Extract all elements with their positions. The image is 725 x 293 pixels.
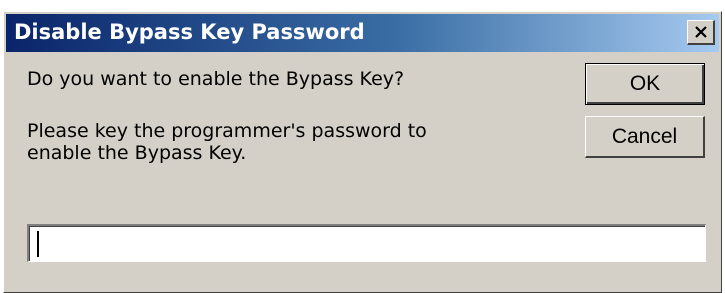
password-field[interactable] (27, 224, 706, 262)
ok-button[interactable]: OK (585, 63, 705, 105)
question-text: Do you want to enable the Bypass Key? (27, 68, 405, 90)
cancel-button[interactable]: Cancel (585, 116, 705, 158)
text-caret (37, 231, 39, 257)
close-button[interactable] (687, 20, 715, 45)
instruction-text: Please key the programmer's password to … (27, 120, 427, 164)
close-icon (694, 26, 707, 38)
window-title: Disable Bypass Key Password (14, 20, 365, 44)
instruction-line-2: enable the Bypass Key. (27, 142, 247, 164)
title-bar[interactable]: Disable Bypass Key Password (6, 14, 719, 52)
instruction-line-1: Please key the programmer's password to (27, 120, 427, 142)
